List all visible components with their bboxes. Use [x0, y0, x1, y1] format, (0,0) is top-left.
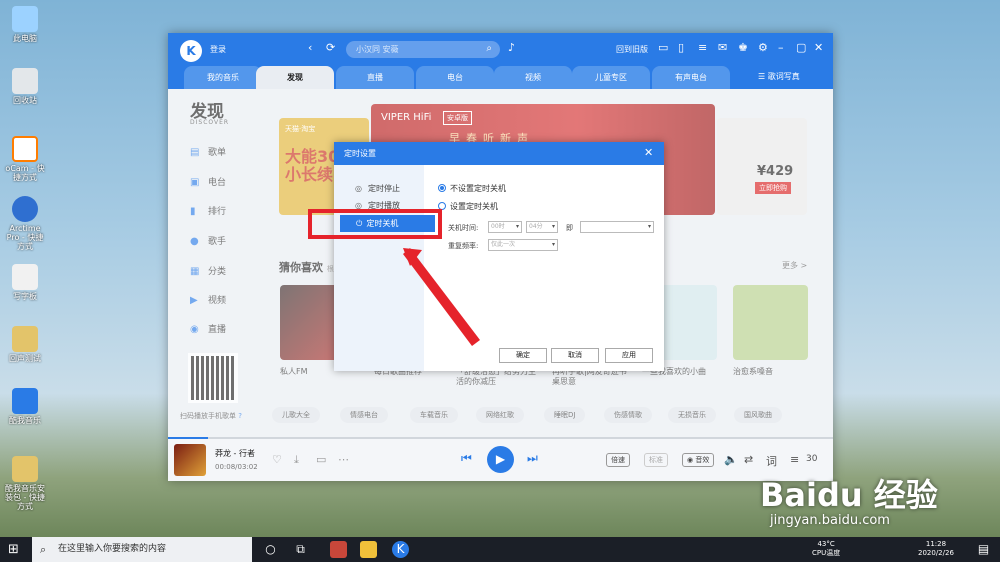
- app-icon[interactable]: [330, 541, 347, 558]
- notification-icon[interactable]: ▤: [975, 541, 992, 558]
- desktop-icon-arctime[interactable]: Arctime Pro - 快捷方式: [4, 196, 46, 251]
- mail-icon[interactable]: ✉: [718, 42, 727, 54]
- back-icon[interactable]: ‹: [308, 42, 312, 54]
- lyrics-photo-link[interactable]: ☰ 歌词写真: [758, 71, 800, 82]
- comment-icon[interactable]: ▭: [316, 453, 326, 466]
- chevron-down-icon: ▾: [515, 223, 519, 230]
- shutdown-time-label: 关机时间:: [448, 224, 479, 232]
- tab-discover[interactable]: 发现: [256, 66, 334, 89]
- clock[interactable]: 11:28 2020/2/26: [918, 540, 954, 558]
- search-input[interactable]: 小汉同 安薇 ⌕: [346, 41, 500, 58]
- login-link[interactable]: 登录: [210, 44, 226, 55]
- list-icon[interactable]: ≡: [698, 42, 707, 54]
- datetime-select[interactable]: ▾: [580, 221, 654, 233]
- minimize-icon[interactable]: –: [778, 42, 784, 54]
- highlight-box: [308, 209, 442, 239]
- play-button[interactable]: ▶: [487, 446, 514, 473]
- minute-select[interactable]: 04分 ▾: [526, 221, 558, 233]
- desktop-icon-wordpad[interactable]: 写字板: [4, 264, 46, 302]
- radio-set-shutdown[interactable]: 设置定时关机: [438, 201, 498, 212]
- speed-button[interactable]: 倍速: [606, 453, 630, 467]
- dialog-menu: [334, 165, 424, 371]
- desktop-icon-kuwo[interactable]: 酷我音乐: [4, 388, 46, 426]
- timer-dialog: 定时设置 ✕ ◎ 定时停止 ◎ 定时播放 ⏻ 定时关机 不设置定时关机 设置定时关机 …: [334, 142, 664, 371]
- tab-video[interactable]: 视频: [494, 66, 572, 89]
- desktop-icon-computer[interactable]: 此电脑: [4, 6, 46, 44]
- lyrics-icon[interactable]: 词: [766, 453, 777, 469]
- tab-my-music[interactable]: 我的音乐: [184, 66, 262, 89]
- windows-start-icon[interactable]: ⊞: [8, 542, 19, 557]
- tab-kids[interactable]: 儿童专区: [572, 66, 650, 89]
- album-art[interactable]: [174, 444, 206, 476]
- task-view-icon[interactable]: ⧉: [292, 541, 309, 558]
- player-bar: 莽龙 - 行者 00:08/03:02 ♡ ⤓ ▭ ⋯ ⏮ ▶ ⏭ 倍速 标准 …: [168, 437, 833, 481]
- maximize-icon[interactable]: ▢: [796, 42, 806, 54]
- desktop-icon-recycle-bin[interactable]: 回收站: [4, 68, 46, 106]
- cortana-icon[interactable]: ○: [262, 541, 279, 558]
- option-timed-stop[interactable]: ◎ 定时停止: [355, 183, 400, 194]
- title-bar: K 登录 ‹ ⟳ 小汉同 安薇 ⌕ ♪ 回到旧版 ▭ ▯ ≡ ✉ ♚ ⚙ – ▢ …: [168, 33, 833, 89]
- ok-button[interactable]: 确定: [499, 348, 547, 363]
- loop-icon[interactable]: ⇄: [744, 453, 753, 466]
- play-time: 00:08/03:02: [215, 463, 258, 471]
- progress-bar[interactable]: [168, 437, 833, 439]
- search-icon: ⌕: [40, 543, 47, 556]
- quality-button[interactable]: 标准: [644, 453, 668, 467]
- effect-button[interactable]: ◉ 音效: [682, 453, 715, 467]
- queue-count: 30: [806, 454, 818, 464]
- dialog-close-icon[interactable]: ✕: [644, 146, 653, 159]
- song-title[interactable]: 莽龙 - 行者: [215, 448, 255, 459]
- phone-icon[interactable]: ▯: [678, 42, 684, 54]
- kuwo-taskbar-icon[interactable]: K: [392, 541, 409, 558]
- timer-stop-icon: ◎: [355, 184, 362, 193]
- close-icon[interactable]: ✕: [814, 42, 823, 54]
- dialog-header: 定时设置 ✕: [334, 142, 664, 165]
- volume-icon[interactable]: 🔈: [724, 453, 738, 466]
- desktop-icon-kuwo-installer[interactable]: 酷我音乐安装包 - 快捷方式: [4, 456, 46, 511]
- hour-select[interactable]: 00时 ▾: [488, 221, 522, 233]
- taskbar-search[interactable]: ⌕ 在这里输入你要搜索的内容: [32, 537, 252, 562]
- tab-live[interactable]: 直播: [336, 66, 414, 89]
- taskbar: ⊞ ⌕ 在这里输入你要搜索的内容 ○ ⧉ K 43°C CPU温度 11:28 202…: [0, 537, 1000, 562]
- cancel-button[interactable]: 取消: [551, 348, 599, 363]
- kuwo-logo[interactable]: K: [180, 40, 202, 62]
- next-icon[interactable]: ⏭: [527, 451, 538, 466]
- tab-audiobook[interactable]: 有声电台: [652, 66, 730, 89]
- cpu-temperature: 43°C CPU温度: [812, 540, 841, 557]
- tab-radio[interactable]: 电台: [416, 66, 494, 89]
- radio-no-shutdown[interactable]: 不设置定时关机: [438, 183, 506, 194]
- like-icon[interactable]: ♡: [272, 453, 282, 466]
- chevron-down-icon: ▾: [551, 223, 555, 230]
- more-icon[interactable]: ⋯: [338, 453, 349, 466]
- voice-search-icon[interactable]: ♪: [508, 42, 515, 54]
- previous-icon[interactable]: ⏮: [461, 451, 472, 466]
- chevron-down-icon: ▾: [551, 241, 555, 248]
- ji-label: 即: [566, 224, 573, 232]
- settings-icon[interactable]: ⚙: [758, 42, 768, 54]
- desktop-icon-ocam[interactable]: oCam - 快捷方式: [4, 136, 46, 183]
- chevron-down-icon: ▾: [647, 223, 651, 230]
- baidu-url: jingyan.baidu.com: [770, 513, 890, 528]
- skin-icon[interactable]: ♚: [738, 42, 748, 54]
- apply-button[interactable]: 应用: [605, 348, 653, 363]
- repeat-label: 重复频率:: [448, 242, 479, 250]
- old-version-link[interactable]: 回到旧版: [616, 44, 648, 55]
- desktop-icon-echo-test[interactable]: 回声测试: [4, 326, 46, 364]
- refresh-icon[interactable]: ⟳: [326, 42, 335, 54]
- download-icon[interactable]: ⤓: [294, 453, 299, 467]
- file-explorer-icon[interactable]: [360, 541, 377, 558]
- dialog-title: 定时设置: [344, 149, 376, 158]
- repeat-select[interactable]: 仅此一次 ▾: [488, 239, 558, 251]
- playlist-queue-icon[interactable]: ≡: [790, 453, 799, 466]
- search-icon[interactable]: ⌕: [486, 43, 492, 54]
- screen-icon[interactable]: ▭: [658, 42, 668, 54]
- baidu-watermark: Baidu 经验: [760, 476, 938, 514]
